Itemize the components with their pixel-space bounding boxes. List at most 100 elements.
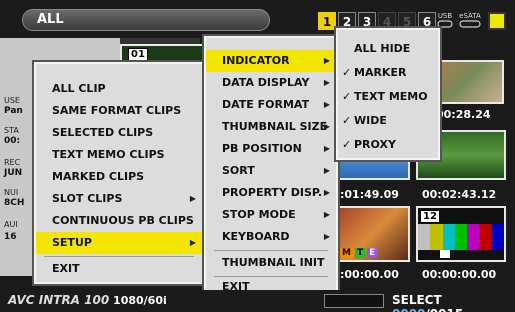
menu-item-stop-mode[interactable]: STOP MODE ▶ xyxy=(206,204,336,226)
info-value-rec: JUN xyxy=(4,168,23,178)
menu-item-selected-clips[interactable]: SELECTED CLIPS xyxy=(36,122,202,144)
menu-item-label: KEYBOARD xyxy=(222,230,290,243)
info-value-audio: 16 xyxy=(4,232,17,242)
menu-item-label: SETUP xyxy=(52,236,92,249)
menu-item-label: TEXT MEMO xyxy=(354,90,428,103)
select-progress-box xyxy=(324,294,384,308)
check-icon: ✓ xyxy=(342,90,352,103)
triangle-right-icon: ▶ xyxy=(189,238,196,247)
check-icon: ✓ xyxy=(342,138,352,151)
menu-item-all-hide[interactable]: ALL HIDE xyxy=(338,38,438,60)
select-total: 0015 xyxy=(430,307,463,312)
menu-item-label: PROPERTY DISP. xyxy=(222,186,323,199)
triangle-right-icon: ▶ xyxy=(189,194,196,203)
menu-item-all-clip[interactable]: ALL CLIP xyxy=(36,78,202,100)
menu-item-keyboard[interactable]: KEYBOARD ▶ xyxy=(206,226,336,248)
menu-item-label: SAME FORMAT CLIPS xyxy=(52,104,182,117)
menu-item-label: STOP MODE xyxy=(222,208,296,221)
menu-item-slot-clips[interactable]: SLOT CLIPS ▶ xyxy=(36,188,202,210)
menu-item-marker[interactable]: ✓ MARKER xyxy=(338,62,438,84)
menu-item-exit[interactable]: EXIT xyxy=(36,258,202,280)
menu-separator xyxy=(44,256,194,257)
bottom-bar: AVC INTRA 100 1080/60i SELECT 0000/0015 xyxy=(0,290,515,312)
select-label: SELECT xyxy=(392,293,442,307)
menu-item-pb-position[interactable]: PB POSITION ▶ xyxy=(206,138,336,160)
menu-item-sort[interactable]: SORT ▶ xyxy=(206,160,336,182)
info-value-user: Pan xyxy=(4,106,23,116)
title-pill: ALL xyxy=(22,9,270,31)
menu-item-label: SLOT CLIPS xyxy=(52,192,123,205)
battery-icon xyxy=(488,12,506,30)
esata-label: eSATA xyxy=(459,12,481,20)
check-icon: ✓ xyxy=(342,66,352,79)
menu-item-label: TEXT MEMO CLIPS xyxy=(52,148,165,161)
menu-item-label: MARKED CLIPS xyxy=(52,170,145,183)
menu-item-indicator[interactable]: INDICATOR ▶ xyxy=(206,50,336,72)
info-label-start: STA xyxy=(4,126,19,135)
white-patch xyxy=(440,250,450,258)
triangle-right-icon: ▶ xyxy=(323,144,330,153)
select-current: 0000 xyxy=(392,307,425,312)
menu-item-thumbnail-size[interactable]: THUMBNAIL SIZE ▶ xyxy=(206,116,336,138)
esata-icon: eSATA xyxy=(458,12,482,30)
edit-badge: E xyxy=(367,248,378,258)
thumbnail-time-1: 00:28.24 xyxy=(436,108,491,121)
slot-1-indicator: 1 xyxy=(318,12,336,30)
menu-item-label: ALL HIDE xyxy=(354,42,411,55)
menu-item-setup[interactable]: SETUP ▶ xyxy=(36,232,202,254)
menu-item-label: PB POSITION xyxy=(222,142,302,155)
menu-item-same-format-clips[interactable]: SAME FORMAT CLIPS xyxy=(36,100,202,122)
menu-item-marked-clips[interactable]: MARKED CLIPS xyxy=(36,166,202,188)
info-label-user: USE xyxy=(4,96,20,105)
title-label: ALL xyxy=(37,12,64,27)
triangle-right-icon: ▶ xyxy=(323,188,330,197)
text-memo-badge: T xyxy=(354,248,366,258)
menu-separator xyxy=(214,250,328,251)
triangle-right-icon: ▶ xyxy=(323,166,330,175)
menu-item-text-memo-clips[interactable]: TEXT MEMO CLIPS xyxy=(36,144,202,166)
menu-item-label: MARKER xyxy=(354,66,407,79)
marker-badge: M xyxy=(340,248,353,258)
info-value-start: 00: xyxy=(4,136,21,146)
thumbnail-colorbars[interactable]: 12 xyxy=(416,206,506,262)
menu-item-label: ALL CLIP xyxy=(52,82,106,95)
usb-label: USB xyxy=(437,12,453,20)
main-menu: ALL CLIP SAME FORMAT CLIPS SELECTED CLIP… xyxy=(34,62,204,284)
menu-item-continuous-pb-clips[interactable]: CONTINUOUS PB CLIPS xyxy=(36,210,202,232)
menu-item-label: PROXY xyxy=(354,138,396,151)
menu-item-label: CONTINUOUS PB CLIPS xyxy=(52,214,194,227)
triangle-right-icon: ▶ xyxy=(323,210,330,219)
indicator-submenu: ALL HIDE ✓ MARKER ✓ TEXT MEMO ✓ WIDE ✓ PROXY xyxy=(336,28,440,160)
clip-number: 01 xyxy=(128,48,148,61)
menu-item-date-format[interactable]: DATE FORMAT ▶ xyxy=(206,94,336,116)
info-value-num: 8CH xyxy=(4,198,25,208)
video-format: 1080/60i xyxy=(113,294,167,307)
select-counter: SELECT 0000/0015 xyxy=(392,293,515,312)
triangle-right-icon: ▶ xyxy=(323,232,330,241)
info-label-num: NUI xyxy=(4,188,19,197)
menu-item-label: THUMBNAIL SIZE xyxy=(222,120,328,133)
menu-item-property-disp[interactable]: PROPERTY DISP. ▶ xyxy=(206,182,336,204)
menu-item-label: INDICATOR xyxy=(222,54,290,67)
thumbnail-time-3: 00:02:43.12 xyxy=(422,188,497,201)
menu-item-label: DATA DISPLAY xyxy=(222,76,310,89)
triangle-right-icon: ▶ xyxy=(323,100,330,109)
triangle-right-icon: ▶ xyxy=(323,78,330,87)
menu-item-wide[interactable]: ✓ WIDE xyxy=(338,110,438,132)
triangle-right-icon: ▶ xyxy=(323,122,330,131)
menu-item-label: DATE FORMAT xyxy=(222,98,310,111)
menu-item-label: WIDE xyxy=(354,114,387,127)
menu-item-proxy[interactable]: ✓ PROXY xyxy=(338,134,438,156)
avc-intra-logo: AVC INTRA 100 xyxy=(8,293,110,307)
menu-item-text-memo[interactable]: ✓ TEXT MEMO xyxy=(338,86,438,108)
menu-item-label: SORT xyxy=(222,164,255,177)
thumbnail-flowers[interactable]: M T E xyxy=(336,206,410,262)
format-readout: AVC INTRA 100 1080/60i xyxy=(8,293,167,307)
menu-item-thumbnail-init[interactable]: THUMBNAIL INIT xyxy=(206,252,336,274)
menu-item-data-display[interactable]: DATA DISPLAY ▶ xyxy=(206,72,336,94)
info-label-rec: REC xyxy=(4,158,21,167)
menu-item-label: THUMBNAIL INIT xyxy=(222,256,325,269)
thumbnail-time-4: :00:00.00 xyxy=(340,268,399,281)
menu-item-label: SELECTED CLIPS xyxy=(52,126,154,139)
check-icon: ✓ xyxy=(342,114,352,127)
